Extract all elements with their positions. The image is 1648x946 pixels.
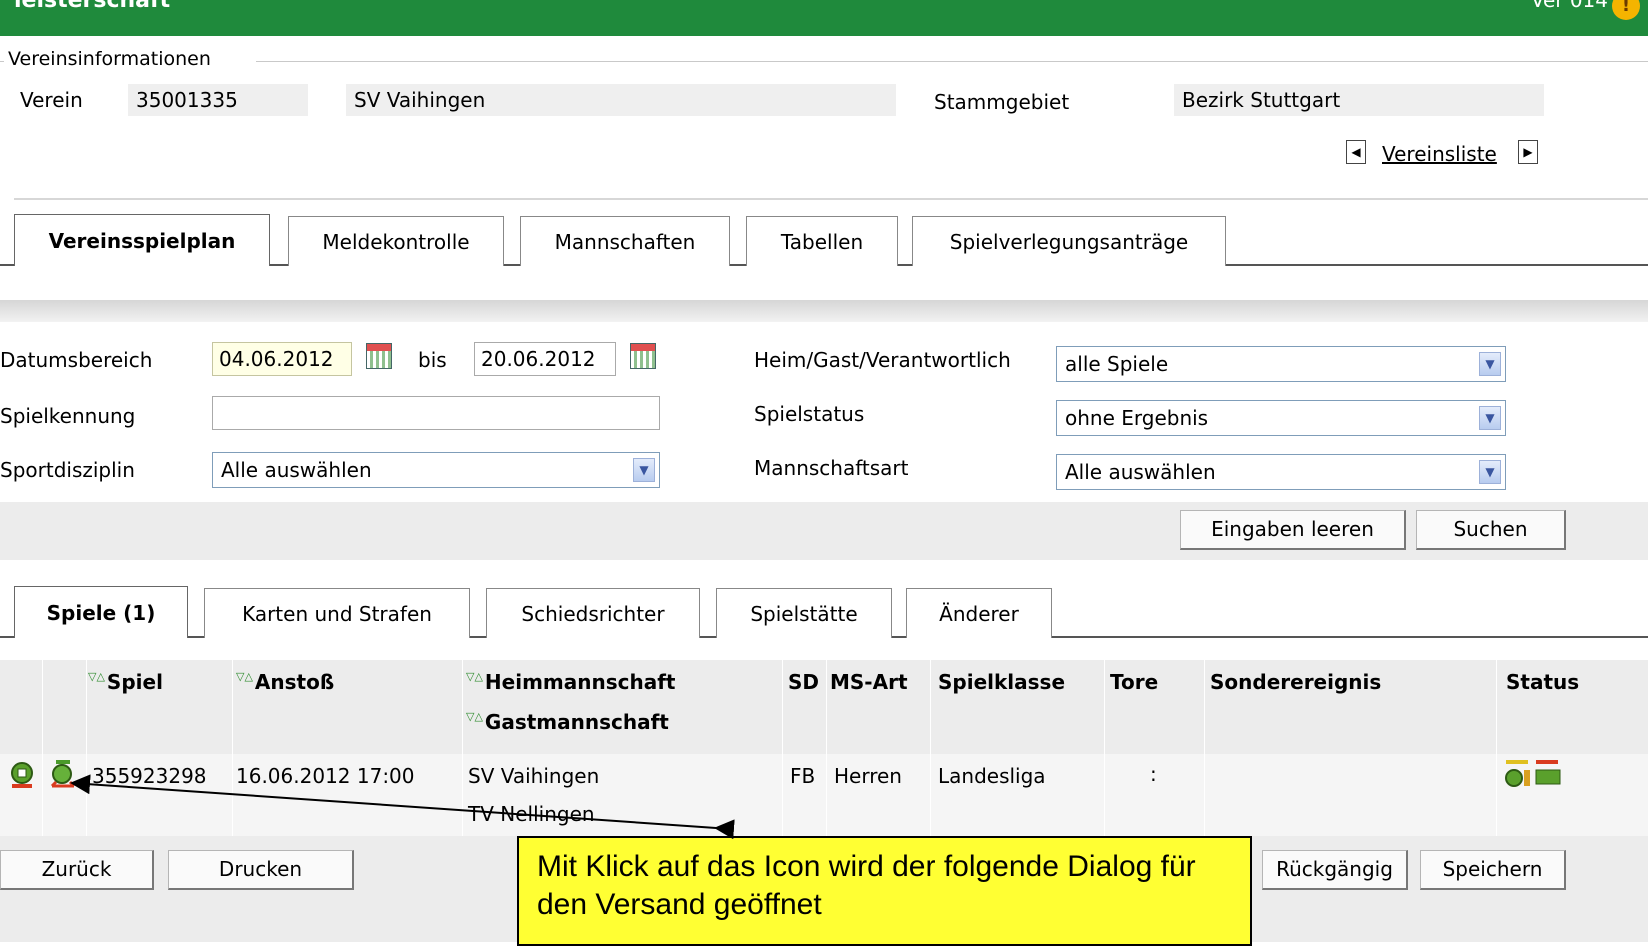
col-header-sonderereignis: Sonderereignis [1210, 670, 1382, 694]
heimgast-value: alle Spiele [1065, 352, 1169, 376]
datumsbereich-label: Datumsbereich [0, 348, 153, 372]
tab-vereinsspielplan[interactable]: Vereinsspielplan [14, 214, 270, 266]
search-button[interactable]: Suchen [1416, 510, 1566, 550]
app-title: leisterschaft [14, 0, 171, 13]
tab-karten-und-strafen[interactable]: Karten und Strafen [204, 588, 470, 638]
verein-name-field: SV Vaihingen [346, 84, 896, 116]
cell-spielklasse: Landesliga [938, 764, 1046, 788]
tab-spiele[interactable]: Spiele (1) [14, 586, 188, 638]
verein-label: Verein [20, 88, 83, 112]
fieldset-border-right [256, 61, 1648, 62]
sportdisziplin-value: Alle auswählen [221, 458, 372, 482]
tab-tabellen[interactable]: Tabellen [746, 216, 898, 266]
col-divider [782, 660, 783, 836]
save-button[interactable]: Speichern [1420, 850, 1566, 890]
mannschaftsart-label: Mannschaftsart [754, 456, 909, 480]
col-divider [42, 660, 43, 836]
stammgebiet-label: Stammgebiet [934, 90, 1070, 114]
tab-spielstaette[interactable]: Spielstätte [716, 588, 892, 638]
bis-label: bis [418, 348, 447, 372]
chevron-down-icon[interactable]: ▼ [633, 458, 655, 482]
col-divider [232, 660, 233, 836]
app-header-bar: leisterschaft Ver 014 ! [0, 0, 1648, 36]
tab-spielverlegungsantraege[interactable]: Spielverlegungsanträge [912, 216, 1226, 266]
cell-gastmannschaft: TV Nellingen [468, 802, 595, 826]
next-club-icon[interactable]: ▶ [1518, 140, 1538, 164]
calendar-from-icon[interactable] [366, 343, 392, 369]
tab-aenderer[interactable]: Änderer [906, 588, 1052, 638]
mannschaftsart-select[interactable]: Alle auswählen ▼ [1056, 454, 1506, 490]
spielstatus-select[interactable]: ohne Ergebnis ▼ [1056, 400, 1506, 436]
annotation-callout: Mit Klick auf das Icon wird der folgende… [517, 836, 1252, 946]
date-from-input[interactable]: 04.06.2012 [212, 342, 352, 376]
separator-strip [0, 300, 1648, 322]
sort-icon[interactable]: ▽△ [236, 670, 253, 683]
chevron-down-icon[interactable]: ▼ [1479, 352, 1501, 376]
cell-spiel[interactable]: 355923298 [92, 764, 207, 788]
col-header-ms-art: MS-Art [830, 670, 908, 694]
verein-number-field: 35001335 [128, 84, 308, 116]
cell-tore: : [1150, 762, 1157, 786]
chevron-down-icon[interactable]: ▼ [1479, 406, 1501, 430]
clear-inputs-button[interactable]: Eingaben leeren [1180, 510, 1406, 550]
previous-club-icon[interactable]: ◀ [1346, 140, 1366, 164]
cell-anstoss: 16.06.2012 17:00 [236, 764, 415, 788]
tab-schiedsrichter[interactable]: Schiedsrichter [486, 588, 700, 638]
spielkennung-input[interactable] [212, 396, 660, 430]
heimgast-label: Heim/Gast/Verantwortlich [754, 348, 1011, 372]
col-header-gastmannschaft[interactable]: ▽△ Gastmannschaft [466, 710, 669, 734]
col-header-heimmannschaft[interactable]: ▽△ Heimmannschaft [466, 670, 676, 694]
status-icons [1505, 760, 1561, 787]
cell-ms-art: Herren [834, 764, 902, 788]
club-info-legend: Vereinsinformationen [4, 48, 215, 70]
col-header-tore: Tore [1110, 670, 1159, 694]
col-header-anstoss[interactable]: ▽△ Anstoß [236, 670, 334, 694]
tab-mannschaften[interactable]: Mannschaften [520, 216, 730, 266]
col-divider [1496, 660, 1497, 836]
chevron-down-icon[interactable]: ▼ [1479, 460, 1501, 484]
col-header-sd: SD [788, 670, 820, 694]
col-divider [930, 660, 931, 836]
col-divider [826, 660, 827, 836]
calendar-to-icon[interactable] [630, 343, 656, 369]
heimgast-select[interactable]: alle Spiele ▼ [1056, 346, 1506, 382]
edit-result-icon[interactable] [8, 760, 36, 790]
print-button[interactable]: Drucken [168, 850, 354, 890]
mannschaftsart-value: Alle auswählen [1065, 460, 1216, 484]
col-header-status: Status [1506, 670, 1580, 694]
sportdisziplin-label: Sportdisziplin [0, 458, 135, 482]
spielkennung-label: Spielkennung [0, 404, 136, 428]
divider [14, 198, 1648, 200]
col-divider [1204, 660, 1205, 836]
sort-icon[interactable]: ▽△ [88, 670, 105, 683]
cell-sd: FB [790, 764, 816, 788]
date-to-input[interactable]: 20.06.2012 [474, 342, 616, 376]
cell-heimmannschaft: SV Vaihingen [468, 764, 600, 788]
version-label: Ver 014 [1530, 0, 1608, 12]
sportdisziplin-select[interactable]: Alle auswählen ▼ [212, 452, 660, 488]
col-divider [462, 660, 463, 836]
vereinsliste-link[interactable]: Vereinsliste [1382, 142, 1497, 166]
col-divider [86, 660, 87, 836]
warning-icon[interactable]: ! [1612, 0, 1640, 20]
stammgebiet-field: Bezirk Stuttgart [1174, 84, 1544, 116]
spielstatus-value: ohne Ergebnis [1065, 406, 1209, 430]
col-header-spiel[interactable]: ▽△ Spiel [88, 670, 163, 694]
undo-button[interactable]: Rückgängig [1262, 850, 1408, 890]
send-report-icon[interactable] [46, 758, 80, 792]
col-header-spielklasse: Spielklasse [938, 670, 1066, 694]
col-divider [1104, 660, 1105, 836]
sort-icon[interactable]: ▽△ [466, 670, 483, 683]
spielstatus-label: Spielstatus [754, 402, 865, 426]
tab-meldekontrolle[interactable]: Meldekontrolle [288, 216, 504, 266]
back-button[interactable]: Zurück [0, 850, 154, 890]
sort-icon[interactable]: ▽△ [466, 710, 483, 723]
